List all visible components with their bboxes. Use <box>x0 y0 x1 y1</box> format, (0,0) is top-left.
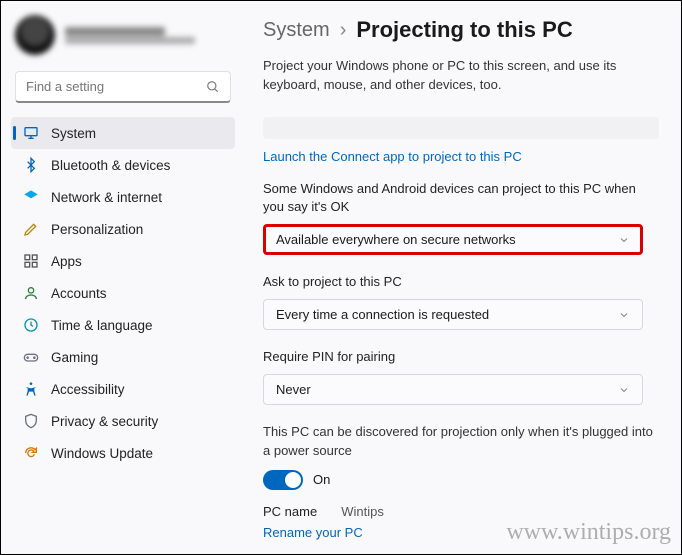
sidebar-item-label: Accounts <box>51 286 107 301</box>
main-content: System › Projecting to this PC Project y… <box>241 1 681 554</box>
toggle-label: On <box>313 472 330 487</box>
accounts-icon <box>23 285 39 301</box>
chevron-right-icon: › <box>340 19 347 42</box>
launch-connect-link[interactable]: Launch the Connect app to project to thi… <box>263 149 522 164</box>
rename-pc-link[interactable]: Rename your PC <box>263 525 363 540</box>
time-icon <box>23 317 39 333</box>
accessibility-icon <box>23 381 39 397</box>
update-icon <box>23 445 39 461</box>
ask-dropdown[interactable]: Every time a connection is requested <box>263 299 643 330</box>
sidebar-item-label: Bluetooth & devices <box>51 158 170 173</box>
chevron-down-icon <box>618 384 630 396</box>
page-title: Projecting to this PC <box>356 17 572 43</box>
sidebar-item-network[interactable]: Network & internet <box>11 181 235 213</box>
search-input[interactable] <box>26 79 206 94</box>
sidebar-item-accessibility[interactable]: Accessibility <box>11 373 235 405</box>
sidebar-item-accounts[interactable]: Accounts <box>11 277 235 309</box>
apps-icon <box>23 253 39 269</box>
sidebar-item-update[interactable]: Windows Update <box>11 437 235 469</box>
sidebar-item-label: Gaming <box>51 350 98 365</box>
ask-label: Ask to project to this PC <box>263 273 659 291</box>
pin-dropdown[interactable]: Never <box>263 374 643 405</box>
user-name <box>65 27 165 36</box>
sidebar-item-label: System <box>51 126 96 141</box>
discovery-note: This PC can be discovered for projection… <box>263 423 659 459</box>
avatar <box>15 15 55 55</box>
settings-nav: System Bluetooth & devices Network & int… <box>11 117 235 469</box>
dropdown-value: Never <box>276 382 311 397</box>
sidebar-item-personalization[interactable]: Personalization <box>11 213 235 245</box>
dropdown-value: Available everywhere on secure networks <box>276 232 516 247</box>
sidebar-item-label: Apps <box>51 254 82 269</box>
availability-dropdown[interactable]: Available everywhere on secure networks <box>263 224 643 255</box>
sidebar-item-system[interactable]: System <box>11 117 235 149</box>
search-box[interactable] <box>15 71 231 103</box>
sidebar-item-bluetooth[interactable]: Bluetooth & devices <box>11 149 235 181</box>
sidebar-item-privacy[interactable]: Privacy & security <box>11 405 235 437</box>
sidebar-item-label: Windows Update <box>51 446 153 461</box>
page-description: Project your Windows phone or PC to this… <box>263 57 659 95</box>
breadcrumb-parent[interactable]: System <box>263 19 330 42</box>
bluetooth-icon <box>23 157 39 173</box>
sidebar-item-gaming[interactable]: Gaming <box>11 341 235 373</box>
sidebar-item-label: Time & language <box>51 318 153 333</box>
pc-name-label: PC name <box>263 504 317 519</box>
sidebar-item-label: Privacy & security <box>51 414 158 429</box>
info-banner <box>263 117 659 139</box>
personalization-icon <box>23 221 39 237</box>
user-email <box>65 37 195 44</box>
user-profile[interactable] <box>11 11 235 67</box>
search-icon <box>206 80 220 94</box>
dropdown-value: Every time a connection is requested <box>276 307 489 322</box>
sidebar-item-apps[interactable]: Apps <box>11 245 235 277</box>
availability-label: Some Windows and Android devices can pro… <box>263 180 659 216</box>
pc-name-value: Wintips <box>341 504 384 519</box>
sidebar-item-time[interactable]: Time & language <box>11 309 235 341</box>
breadcrumb: System › Projecting to this PC <box>263 17 659 43</box>
sidebar-item-label: Personalization <box>51 222 143 237</box>
sidebar-item-label: Accessibility <box>51 382 125 397</box>
sidebar-item-label: Network & internet <box>51 190 162 205</box>
network-icon <box>23 189 39 205</box>
shield-icon <box>23 413 39 429</box>
discovery-toggle[interactable] <box>263 470 303 490</box>
system-icon <box>23 125 39 141</box>
pin-label: Require PIN for pairing <box>263 348 659 366</box>
chevron-down-icon <box>618 309 630 321</box>
gaming-icon <box>23 349 39 365</box>
chevron-down-icon <box>618 234 630 246</box>
